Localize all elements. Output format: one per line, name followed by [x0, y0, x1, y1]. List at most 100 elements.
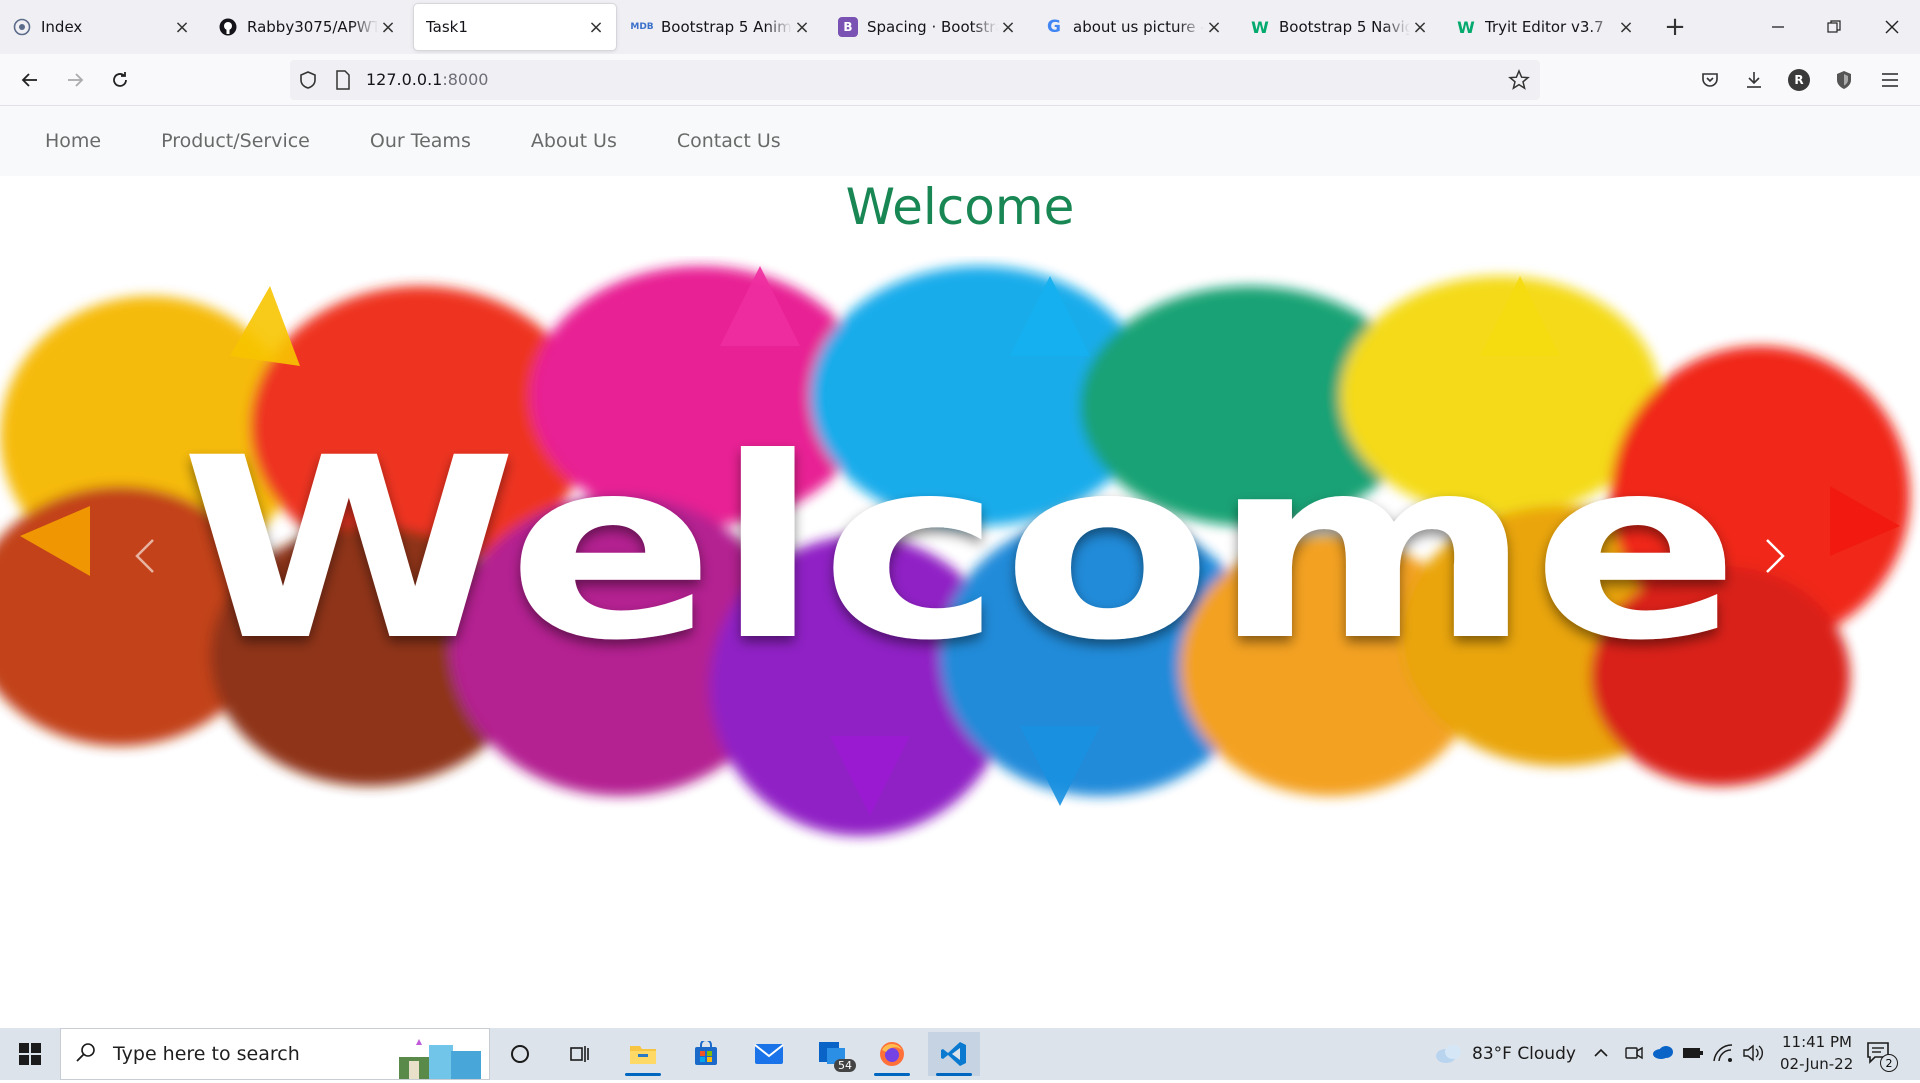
- battery-icon[interactable]: [1682, 1045, 1704, 1065]
- welcome-banner-image: Welcome: [0, 266, 1910, 836]
- tab-title: Tryit Editor v3.7: [1485, 18, 1604, 36]
- tab-title: Index: [41, 18, 83, 36]
- unread-badge: 54: [834, 1059, 856, 1072]
- tab-title: Bootstrap 5 Animati: [661, 18, 792, 36]
- address-bar[interactable]: 127.0.0.1:8000: [290, 60, 1540, 100]
- w3schools-icon: W: [1251, 17, 1269, 37]
- nav-link-about-us[interactable]: About Us: [531, 130, 617, 152]
- search-icon: [75, 1041, 97, 1067]
- url-host: 127.0.0.1: [366, 70, 443, 89]
- page-info-icon[interactable]: [334, 70, 352, 94]
- notification-count-badge: 2: [1880, 1054, 1898, 1072]
- active-app-indicator: [936, 1073, 972, 1076]
- mdb-icon: MDB: [630, 22, 654, 32]
- weather-text[interactable]: 83°F Cloudy: [1472, 1044, 1576, 1064]
- pocket-icon[interactable]: [1692, 62, 1728, 98]
- banner-word: Welcome: [180, 404, 1740, 695]
- cloud-weather-icon[interactable]: [1434, 1042, 1464, 1068]
- close-window-button[interactable]: [1864, 0, 1920, 54]
- nav-link-our-teams[interactable]: Our Teams: [370, 130, 471, 152]
- volume-icon[interactable]: [1742, 1043, 1764, 1067]
- downloads-icon[interactable]: [1736, 62, 1772, 98]
- outlook-button[interactable]: 54: [806, 1032, 858, 1076]
- carousel-prev-button[interactable]: [85, 256, 205, 856]
- windows-taskbar: Type here to search 54 83°F Cloudy 11:41…: [0, 1028, 1920, 1080]
- tab-title: Rabby3075/APWTR: [247, 18, 378, 36]
- nav-link-product-service[interactable]: Product/Service: [161, 130, 310, 152]
- start-button[interactable]: [4, 1032, 56, 1076]
- welcome-carousel: Welcome: [0, 256, 1920, 856]
- globe-icon: [12, 17, 32, 37]
- site-navbar: Home Product/Service Our Teams About Us …: [0, 106, 1920, 176]
- mail-button[interactable]: [743, 1032, 795, 1076]
- cortana-button[interactable]: [494, 1032, 546, 1076]
- close-tab-icon[interactable]: ×: [172, 17, 192, 38]
- reload-button[interactable]: [102, 62, 138, 98]
- close-tab-icon[interactable]: ×: [998, 17, 1018, 38]
- nav-link-home[interactable]: Home: [45, 130, 101, 152]
- store-icon: [695, 1041, 717, 1065]
- close-tab-icon[interactable]: ×: [1410, 17, 1430, 38]
- tab-task1[interactable]: Task1 ×: [414, 4, 616, 50]
- search-placeholder: Type here to search: [113, 1043, 300, 1065]
- tab-mdb[interactable]: MDB Bootstrap 5 Animati ×: [620, 4, 822, 50]
- wifi-icon[interactable]: [1712, 1043, 1734, 1067]
- file-explorer-button[interactable]: [617, 1032, 669, 1076]
- tab-title: Bootstrap 5 Navigat: [1279, 18, 1410, 36]
- tab-index[interactable]: Index ×: [0, 4, 202, 50]
- folder-icon: [630, 1046, 656, 1064]
- close-tab-icon[interactable]: ×: [792, 17, 812, 38]
- nav-link-contact-us[interactable]: Contact Us: [677, 130, 781, 152]
- search-highlight-illustration: [389, 1031, 489, 1083]
- restore-button[interactable]: [1806, 0, 1862, 54]
- bootstrap-icon: B: [838, 17, 858, 37]
- bookmark-star-icon[interactable]: [1508, 69, 1530, 95]
- tab-title: about us picture - G: [1073, 18, 1204, 36]
- hamburger-menu-icon[interactable]: [1872, 62, 1908, 98]
- browser-toolbar: 127.0.0.1:8000 R: [0, 54, 1920, 106]
- close-tab-icon[interactable]: ×: [1204, 17, 1224, 38]
- close-tab-icon[interactable]: ×: [378, 17, 398, 38]
- forward-button[interactable]: [57, 62, 93, 98]
- clock-date[interactable]: 02-Jun-22: [1780, 1055, 1853, 1073]
- tab-github[interactable]: Rabby3075/APWTR ×: [206, 4, 408, 50]
- shield-icon[interactable]: [298, 70, 318, 94]
- vscode-button[interactable]: [928, 1032, 980, 1076]
- avatar-initial: R: [1788, 69, 1810, 91]
- chevron-left-icon: [135, 539, 154, 573]
- w3schools-icon: W: [1457, 17, 1475, 37]
- page-title: Welcome: [845, 178, 1075, 236]
- close-tab-icon[interactable]: ×: [1616, 17, 1636, 38]
- active-app-indicator: [874, 1073, 910, 1076]
- github-icon: [218, 17, 238, 37]
- back-button[interactable]: [12, 62, 48, 98]
- task-view-button[interactable]: [554, 1032, 606, 1076]
- extension-shield-icon[interactable]: [1826, 62, 1862, 98]
- onedrive-icon[interactable]: [1652, 1044, 1674, 1064]
- meet-now-icon[interactable]: [1624, 1043, 1644, 1067]
- tab-tryit-editor[interactable]: W Tryit Editor v3.7 ×: [1444, 4, 1646, 50]
- firefox-icon: [880, 1042, 904, 1066]
- account-avatar[interactable]: R: [1781, 62, 1817, 98]
- close-tab-icon[interactable]: ×: [586, 17, 606, 38]
- tab-title: Task1: [426, 18, 468, 36]
- firefox-button[interactable]: [866, 1032, 918, 1076]
- minimize-button[interactable]: [1750, 0, 1806, 54]
- active-app-indicator: [625, 1073, 661, 1076]
- mail-icon: [754, 1044, 784, 1064]
- tab-w3-navigation[interactable]: W Bootstrap 5 Navigat ×: [1238, 4, 1440, 50]
- new-tab-button[interactable]: +: [1660, 12, 1690, 42]
- vscode-icon: [941, 1042, 966, 1066]
- microsoft-store-button[interactable]: [680, 1032, 732, 1076]
- clock-time[interactable]: 11:41 PM: [1782, 1033, 1852, 1051]
- carousel-next-button[interactable]: [1715, 256, 1835, 856]
- chevron-right-icon: [1766, 539, 1785, 573]
- url-text[interactable]: 127.0.0.1:8000: [366, 70, 488, 89]
- tab-google-search[interactable]: G about us picture - G ×: [1032, 4, 1234, 50]
- google-icon: G: [1047, 17, 1061, 37]
- cortana-circle-icon: [511, 1045, 529, 1063]
- taskbar-search-box[interactable]: Type here to search: [60, 1028, 490, 1080]
- tab-bootstrap-spacing[interactable]: B Spacing · Bootstrap ×: [826, 4, 1028, 50]
- chevron-up-icon[interactable]: [1592, 1044, 1610, 1066]
- windows-logo-icon: [19, 1043, 41, 1065]
